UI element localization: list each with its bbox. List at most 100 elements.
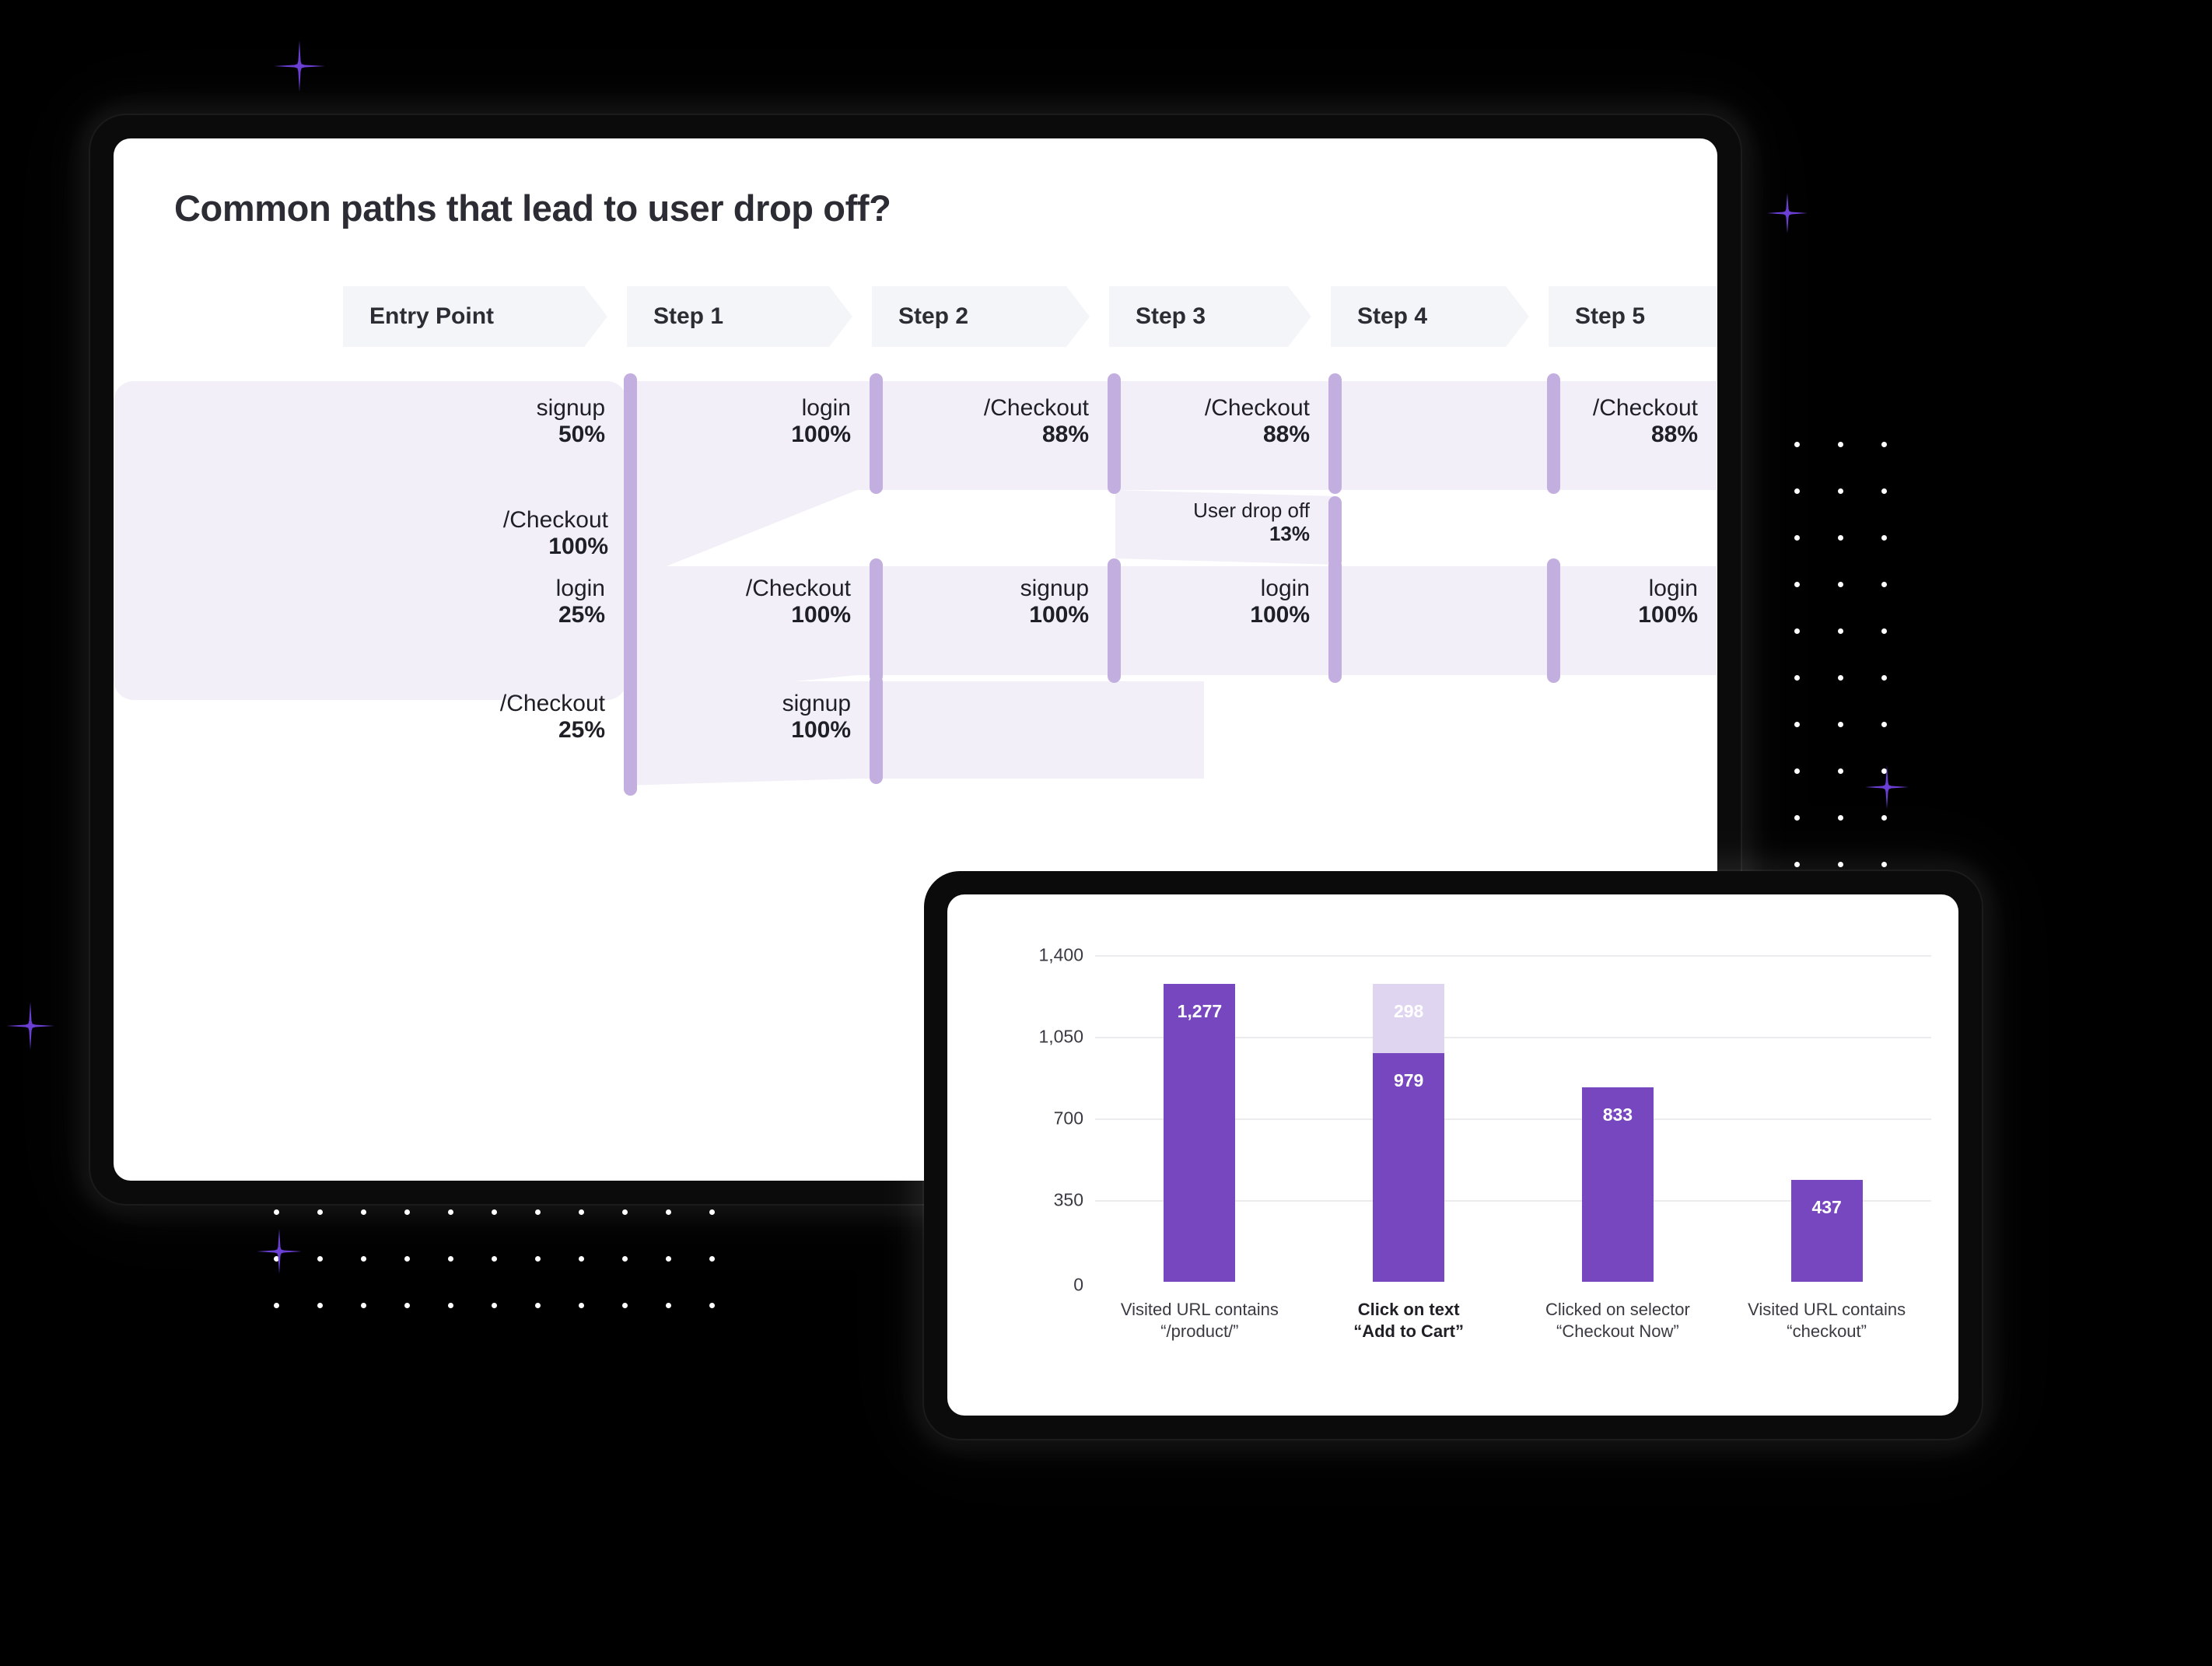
sankey-node-label: login 100% — [1638, 576, 1698, 628]
sankey-node-bar[interactable] — [870, 373, 883, 494]
step-chip-3[interactable]: Step 3 — [1109, 286, 1311, 347]
sankey-node-name: login — [1260, 576, 1310, 601]
sankey-node-percent: 25% — [558, 602, 605, 628]
decor-dot — [448, 1303, 453, 1308]
bar-column[interactable]: 437 — [1790, 955, 1863, 1282]
sankey-node-bar[interactable] — [870, 558, 883, 683]
decor-dot — [1794, 628, 1800, 634]
decor-dot — [622, 1256, 628, 1262]
bar-chart: 1,400 1,050 700 350 0 1,277 979 298 833 437 Visit… — [947, 894, 1958, 1416]
step-chip-label: Step 4 — [1357, 303, 1428, 329]
sankey-node-bar[interactable] — [1547, 373, 1560, 494]
sankey-node-label: /Checkout 88% — [984, 395, 1089, 448]
decor-dot — [709, 1256, 715, 1262]
sankey-node-bar[interactable] — [1328, 496, 1342, 568]
decor-dot — [535, 1256, 541, 1262]
decor-dot — [317, 1209, 323, 1215]
step-chip-label: Step 1 — [653, 303, 724, 329]
decor-dot — [709, 1209, 715, 1215]
step-chip-1[interactable]: Step 1 — [627, 286, 852, 347]
step-chip-0[interactable]: Entry Point — [343, 286, 607, 347]
decor-dot — [1881, 862, 1887, 867]
y-axis-tick: 700 — [1053, 1108, 1083, 1129]
sankey-node-name: /Checkout — [1592, 395, 1698, 421]
decor-dot — [1838, 862, 1843, 867]
decor-dot — [1794, 488, 1800, 494]
decor-dot — [492, 1256, 497, 1262]
sankey-node-percent: 100% — [1638, 602, 1698, 628]
decor-dot — [579, 1256, 584, 1262]
decor-dot — [448, 1256, 453, 1262]
decor-dot — [1881, 722, 1887, 727]
bar-segment-dropoff[interactable]: 298 — [1373, 983, 1445, 1054]
decor-dot — [622, 1209, 628, 1215]
sankey-node-label: signup 100% — [782, 691, 851, 744]
y-axis-tick: 0 — [1073, 1274, 1083, 1295]
decor-dot — [1794, 535, 1800, 541]
decor-dot — [404, 1303, 410, 1308]
sankey-node-bar[interactable] — [1108, 373, 1121, 494]
bar-value-label: 1,277 — [1177, 1000, 1223, 1021]
x-axis-label-line: Visited URL contains — [1120, 1300, 1279, 1319]
sankey-node-percent: 50% — [558, 422, 605, 448]
sankey-node-bar[interactable] — [870, 675, 883, 784]
sparkle-icon-right-mid — [1865, 765, 1909, 809]
sankey-node-label: /Checkout 100% — [503, 507, 608, 560]
decor-dot — [1881, 628, 1887, 634]
decor-dot — [535, 1303, 541, 1308]
x-axis-label-line: Clicked on selector — [1545, 1300, 1690, 1319]
decor-dot — [274, 1209, 279, 1215]
step-chip-label: Step 3 — [1136, 303, 1206, 329]
step-chip-2[interactable]: Step 2 — [872, 286, 1090, 347]
bar-column[interactable]: 833 — [1581, 955, 1654, 1282]
sankey-node-label: /Checkout 88% — [1205, 395, 1310, 448]
sparkle-icon-left-lower — [6, 1002, 54, 1050]
bar-segment-main[interactable]: 833 — [1581, 1087, 1654, 1282]
decor-dot — [317, 1303, 323, 1308]
sankey-flow-band — [1328, 566, 1547, 675]
sankey-node-bar[interactable] — [624, 574, 637, 796]
x-axis-labels: Visited URL contains “/product/” Click on … — [1095, 1299, 1931, 1369]
sankey-node-label: /Checkout 88% — [1593, 395, 1698, 448]
sankey-node-percent: 88% — [1262, 422, 1310, 448]
x-axis-label-line: Visited URL contains — [1748, 1300, 1906, 1319]
sankey-node-bar[interactable] — [1547, 558, 1560, 683]
bar-segment-main[interactable]: 437 — [1790, 1179, 1863, 1282]
sankey-node-bar[interactable] — [1328, 373, 1342, 494]
decor-dot — [1838, 535, 1843, 541]
bar-column[interactable]: 1,277 — [1164, 955, 1236, 1282]
sankey-node-percent: 13% — [1269, 521, 1310, 545]
bar-column[interactable]: 979 298 — [1373, 955, 1445, 1282]
bar-segment-main[interactable]: 1,277 — [1164, 983, 1236, 1282]
decor-dot — [274, 1256, 279, 1262]
sankey-node-name: /Checkout — [499, 691, 605, 716]
decor-dot — [579, 1209, 584, 1215]
decor-dot — [448, 1209, 453, 1215]
decor-dot — [1838, 768, 1843, 774]
decor-dot — [1881, 815, 1887, 821]
decor-dot — [1838, 582, 1843, 587]
sankey-node-bar[interactable] — [1108, 558, 1121, 683]
sankey-node-bar[interactable] — [1328, 558, 1342, 683]
sankey-node-label: /Checkout 25% — [500, 691, 605, 744]
step-chip-label: Entry Point — [369, 303, 495, 329]
step-chip-4[interactable]: Step 4 — [1331, 286, 1529, 347]
sankey-node-name: /Checkout — [745, 576, 851, 601]
x-axis-label: Visited URL contains “checkout” — [1722, 1299, 1931, 1342]
decor-dot — [1794, 768, 1800, 774]
decor-dot — [492, 1303, 497, 1308]
sparkle-icon-top-left — [274, 40, 325, 92]
page-title: Common paths that lead to user drop off? — [174, 187, 891, 229]
bar-segment-main[interactable]: 979 — [1373, 1053, 1445, 1282]
sankey-node-bar[interactable] — [624, 373, 637, 591]
decor-dot — [361, 1209, 366, 1215]
step-chip-5[interactable]: Step 5 — [1549, 286, 1717, 347]
sparkle-icon-bottom-left — [257, 1229, 302, 1274]
decor-dot — [1881, 675, 1887, 681]
bar-value-label: 833 — [1602, 1104, 1633, 1125]
decor-dot — [492, 1209, 497, 1215]
x-axis-label: Visited URL contains “/product/” — [1095, 1299, 1304, 1342]
bar-value-label: 437 — [1811, 1196, 1842, 1217]
decor-dot — [666, 1303, 671, 1308]
bar-chart-screen: 1,400 1,050 700 350 0 1,277 979 298 833 437 Visit… — [947, 894, 1958, 1416]
